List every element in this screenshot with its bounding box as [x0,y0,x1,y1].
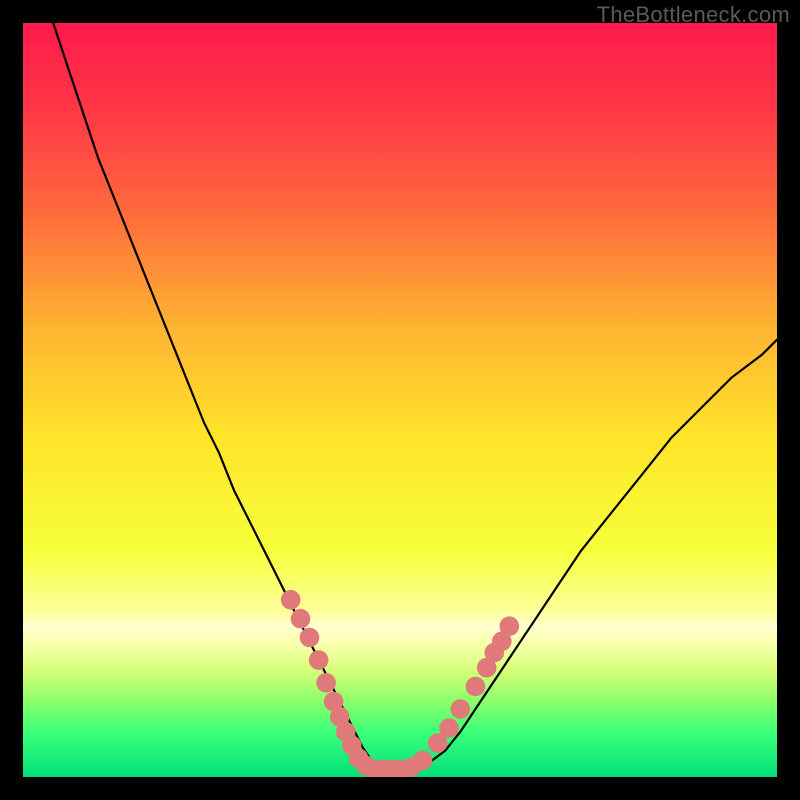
marker-dot [316,673,336,693]
marker-dot [439,718,459,738]
marker-dot [466,677,486,697]
chart-frame: TheBottleneck.com [0,0,800,800]
bottleneck-chart [23,23,777,777]
marker-dot [281,590,301,610]
marker-dot [309,650,329,670]
plot-area [23,23,777,777]
marker-dot [500,616,520,636]
gradient-background [23,23,777,777]
marker-dot [300,628,320,648]
marker-dot [451,699,471,719]
watermark-text: TheBottleneck.com [597,2,790,28]
marker-dot [291,609,311,629]
marker-dot [413,751,433,771]
